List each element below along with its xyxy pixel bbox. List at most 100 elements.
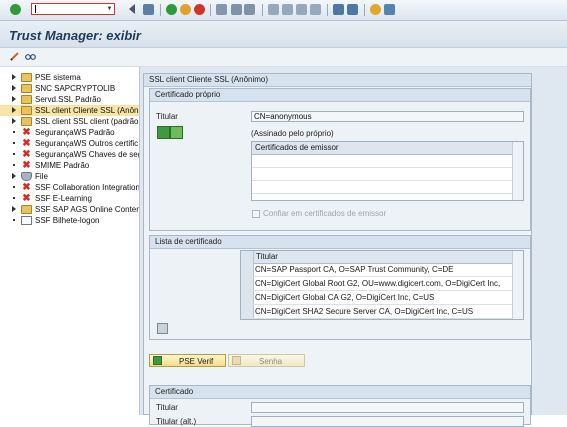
certificate-row[interactable]: CN=DigiCert SHA2 Secure Server CA, O=Dig… bbox=[253, 306, 513, 319]
issuer-table-header: Certificados de emissor bbox=[252, 142, 523, 155]
owner-column-label: Titular bbox=[256, 252, 278, 261]
toolbar-separator bbox=[262, 4, 263, 16]
leaf-dot-icon bbox=[13, 197, 15, 199]
certificate-row[interactable]: CN=SAP Passport CA, O=SAP Trust Communit… bbox=[253, 264, 513, 277]
tree-node[interactable]: ✖ SegurançaWS Outros certific bbox=[0, 138, 139, 149]
folder-icon bbox=[21, 106, 32, 115]
certificate-row[interactable]: CN=DigiCert Global Root G2, OU=www.digic… bbox=[253, 278, 513, 291]
expand-arrow-icon[interactable] bbox=[12, 107, 16, 113]
pencil-icon[interactable] bbox=[9, 51, 20, 62]
certificate-list-table: Titular CN=SAP Passport CA, O=SAP Trust … bbox=[240, 250, 524, 320]
print-icon[interactable] bbox=[216, 4, 227, 15]
certificate-row[interactable]: CN=DigiCert Global CA G2, O=DigiCert Inc… bbox=[253, 292, 513, 305]
owner-label: Titular bbox=[156, 112, 178, 121]
enter-check-icon[interactable] bbox=[10, 4, 21, 15]
tree-node[interactable]: ✖ SegurançaWS Padrão bbox=[0, 127, 139, 138]
leaf-dot-icon bbox=[13, 131, 15, 133]
certificate-owner-field bbox=[251, 402, 524, 413]
expand-arrow-icon[interactable] bbox=[12, 118, 16, 124]
tree-node-label: Servd.SSL Padrão bbox=[35, 95, 101, 104]
own-certificate-group: Certificado próprio Titular CN=anonymous… bbox=[149, 88, 531, 231]
tree-node-label: SSL client Cliente SSL (Anônim bbox=[35, 106, 140, 115]
command-field[interactable]: ▼ bbox=[31, 3, 115, 15]
certificate-list-header: Titular bbox=[253, 251, 523, 264]
folder-icon bbox=[21, 95, 32, 104]
find-icon[interactable] bbox=[231, 4, 242, 15]
tree-node[interactable]: ✖ SSF E-Learning bbox=[0, 193, 139, 204]
expand-arrow-icon[interactable] bbox=[12, 85, 16, 91]
certificate-list-scrollbar[interactable] bbox=[512, 251, 523, 319]
first-page-icon[interactable] bbox=[268, 4, 279, 15]
page-title: Trust Manager: exibir bbox=[9, 28, 141, 43]
tree-node[interactable]: ✖ SSF Collaboration Integration bbox=[0, 182, 139, 193]
toolbar-separator bbox=[210, 4, 211, 16]
tree-node[interactable]: PSE sistema bbox=[0, 72, 139, 83]
owner-field: CN=anonymous bbox=[251, 111, 524, 122]
expand-arrow-icon[interactable] bbox=[12, 206, 16, 212]
tree-node[interactable]: Servd.SSL Padrão bbox=[0, 94, 139, 105]
tree-node[interactable]: SSF SAP AGS Online Content bbox=[0, 204, 139, 215]
back-icon[interactable] bbox=[166, 4, 177, 15]
tree-node[interactable]: ✖ SegurançaWS Chaves de seg bbox=[0, 149, 139, 160]
cancel-icon[interactable] bbox=[194, 4, 205, 15]
new-session-icon[interactable] bbox=[333, 4, 344, 15]
shield-icon bbox=[21, 172, 32, 181]
certificate-owner-alt-label: Titular (alt.) bbox=[156, 417, 197, 426]
shortcut-icon[interactable] bbox=[347, 4, 358, 15]
title-bar: Trust Manager: exibir bbox=[0, 21, 567, 48]
tree-node-label: SegurançaWS Chaves de seg bbox=[35, 150, 140, 159]
collapse-arrow-icon[interactable] bbox=[129, 4, 135, 14]
issuer-table-scrollbar[interactable] bbox=[512, 142, 523, 200]
tree-node-label: SNC SAPCRYPTOLIB bbox=[35, 84, 116, 93]
pse-verif-button[interactable]: PSE Verif bbox=[149, 354, 226, 367]
leaf-dot-icon bbox=[13, 219, 15, 221]
exit-icon[interactable] bbox=[180, 4, 191, 15]
red-x-icon: ✖ bbox=[22, 127, 31, 138]
leaf-dot-icon bbox=[13, 142, 15, 144]
tree-node[interactable]: ✖ SMIME Padrão bbox=[0, 160, 139, 171]
trust-issuer-checkbox[interactable] bbox=[252, 210, 260, 218]
tree-node-label: SegurançaWS Padrão bbox=[35, 128, 115, 137]
save-icon[interactable] bbox=[143, 4, 154, 15]
tree-node[interactable]: SSL client SSL client (padrão bbox=[0, 116, 139, 127]
red-x-icon: ✖ bbox=[22, 138, 31, 149]
issuer-row bbox=[252, 155, 513, 168]
expand-arrow-icon[interactable] bbox=[12, 96, 16, 102]
help-icon[interactable] bbox=[370, 4, 381, 15]
customize-layout-icon[interactable] bbox=[384, 4, 395, 15]
issuer-row bbox=[252, 168, 513, 181]
toolbar-separator bbox=[327, 4, 328, 16]
tree-node[interactable]: SSL client Cliente SSL (Anônim bbox=[0, 105, 139, 116]
tree-node[interactable]: File bbox=[0, 171, 139, 182]
add-certificate-icon[interactable] bbox=[157, 323, 168, 334]
tree-node-label: PSE sistema bbox=[35, 73, 81, 82]
tree-node[interactable]: SNC SAPCRYPTOLIB bbox=[0, 83, 139, 94]
last-page-icon[interactable] bbox=[310, 4, 321, 15]
certificate-list-group: Lista de certificado Titular CN=SAP Pass… bbox=[149, 235, 531, 340]
glasses-icon[interactable] bbox=[25, 51, 36, 62]
next-page-icon[interactable] bbox=[296, 4, 307, 15]
certificate-group: Certificado Titular Titular (alt.) bbox=[149, 385, 531, 427]
previous-page-icon[interactable] bbox=[282, 4, 293, 15]
tree-node[interactable]: SSF Bilhete-logon bbox=[0, 215, 139, 226]
senha-button[interactable]: Senha bbox=[228, 354, 305, 367]
certificate-change-icon[interactable] bbox=[170, 126, 183, 139]
leaf-dot-icon bbox=[13, 186, 15, 188]
own-certificate-title: Certificado próprio bbox=[150, 89, 530, 102]
issuer-column-label: Certificados de emissor bbox=[255, 143, 339, 152]
tree-node-label: SSL client SSL client (padrão bbox=[35, 117, 139, 126]
folder-icon bbox=[21, 117, 32, 126]
expand-arrow-icon[interactable] bbox=[12, 74, 16, 80]
tree-node-label: SSF Collaboration Integration bbox=[35, 183, 140, 192]
certificate-details-icon[interactable] bbox=[157, 126, 170, 139]
find-next-icon[interactable] bbox=[244, 4, 255, 15]
tree-node-label: SSF SAP AGS Online Content bbox=[35, 205, 140, 214]
red-x-icon: ✖ bbox=[22, 193, 31, 204]
folder-icon bbox=[21, 84, 32, 93]
expand-arrow-icon[interactable] bbox=[12, 173, 16, 179]
chevron-down-icon[interactable]: ▼ bbox=[106, 5, 113, 13]
folder-icon bbox=[21, 205, 32, 214]
leaf-dot-icon bbox=[13, 153, 15, 155]
tree-node-label: SMIME Padrão bbox=[35, 161, 90, 170]
issuer-certificates-table: Certificados de emissor bbox=[251, 141, 524, 201]
